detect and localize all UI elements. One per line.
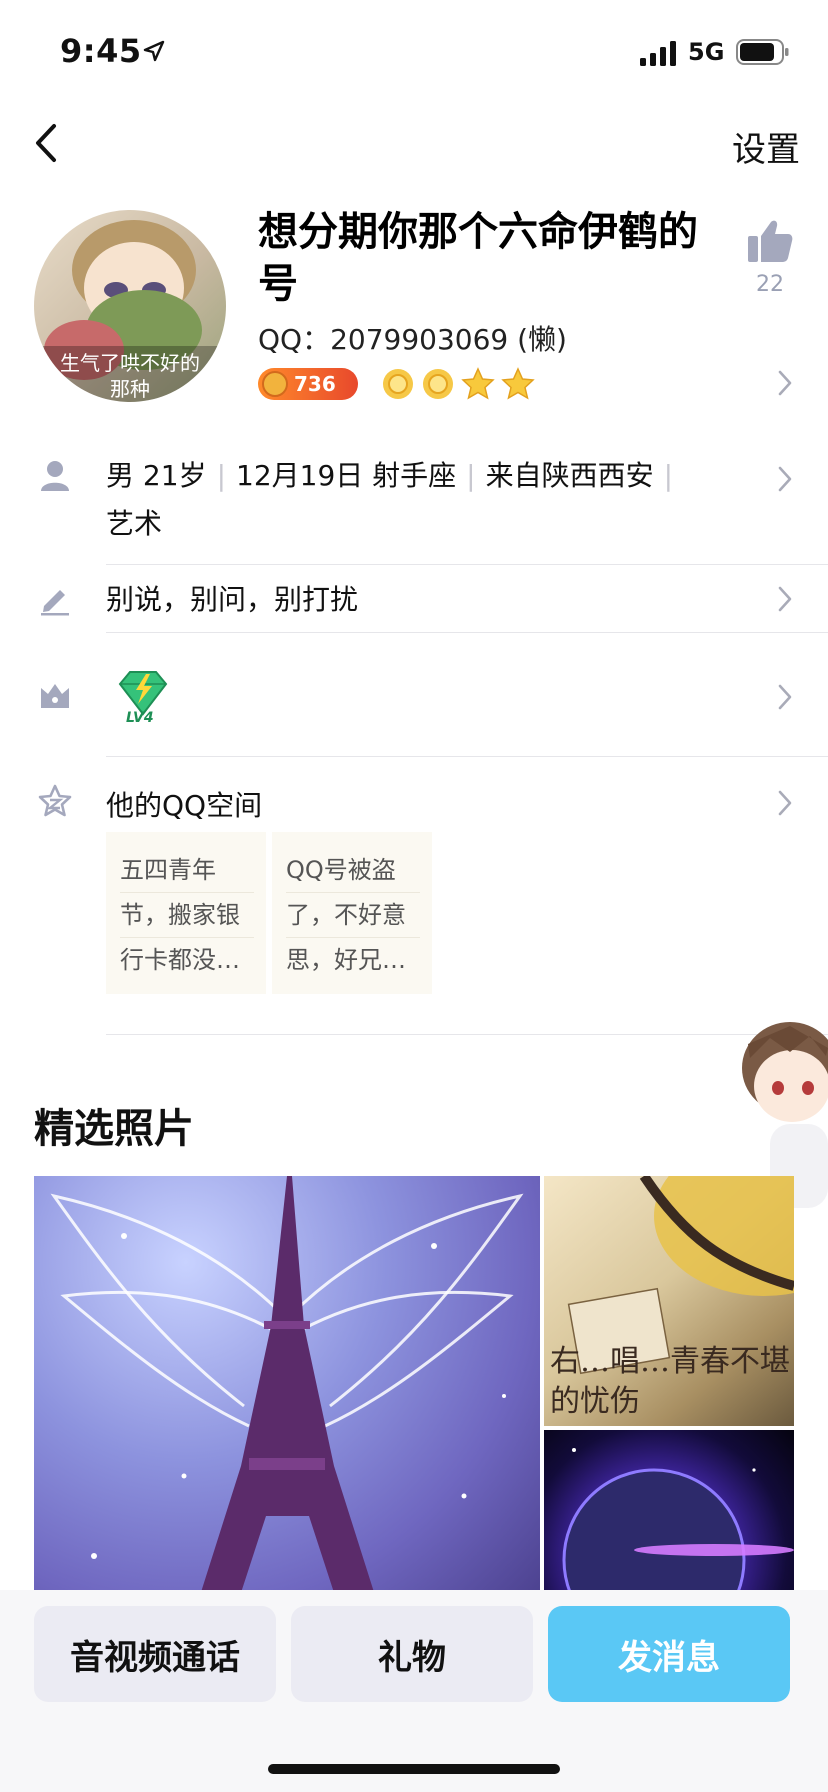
chevron-right-icon[interactable] [776, 368, 794, 398]
like-button[interactable]: 22 [742, 218, 798, 297]
qzone-star-icon [38, 784, 72, 817]
eiffel-tower-wings-image [50, 1176, 524, 1608]
qzone-post-line: 节，搬家银 [120, 893, 254, 938]
back-button[interactable] [28, 118, 68, 168]
send-message-button[interactable]: 发消息 [548, 1606, 790, 1702]
level-coin-icon [262, 371, 288, 397]
star-icon [461, 367, 495, 400]
location-arrow-icon [143, 40, 165, 62]
home-indicator[interactable] [268, 1764, 560, 1774]
network-label: 5G [688, 38, 725, 66]
divider [106, 1034, 828, 1035]
divider [106, 564, 828, 565]
sun-icon [383, 369, 413, 399]
qzone-post-line: 了，不好意 [286, 893, 420, 938]
qzone-post-line: 行卡都没… [120, 946, 240, 974]
battery-icon [736, 39, 789, 65]
level-row[interactable]: 736 [258, 366, 536, 402]
pencil-icon [41, 590, 69, 616]
qzone-post-line: QQ号被盗 [286, 848, 420, 893]
bottom-action-bar: 音视频通话 礼物 发消息 [0, 1590, 828, 1792]
featured-photo-guitar[interactable]: 右…唱…青春不堪的忧伤 [544, 1176, 794, 1426]
gift-button[interactable]: 礼物 [291, 1606, 533, 1702]
featured-photos-title: 精选照片 [34, 1106, 194, 1152]
chevron-right-icon[interactable] [776, 584, 794, 614]
qzone-post-line: 思，好兄… [286, 946, 406, 974]
star-icon [501, 367, 535, 400]
settings-button[interactable]: 设置 [732, 122, 800, 171]
person-icon [41, 461, 69, 491]
avatar-caption-line: 生气了哄不好的 [60, 351, 200, 375]
profile-page: 9:45 5G 设置 生气了哄不好的 那种 想分期你那个六命伊鹤的号 QQ：20… [0, 0, 828, 1792]
status-bar: 9:45 5G [0, 0, 828, 100]
hometown: 来自陕西西安 [485, 459, 654, 492]
qzone-title[interactable]: 他的QQ空间 [106, 784, 262, 824]
avatar-caption: 生气了哄不好的 那种 [34, 346, 226, 402]
qq-number: QQ：2079903069 (懒) [258, 323, 567, 356]
avatar[interactable]: 生气了哄不好的 那种 [34, 210, 226, 402]
separator: | [466, 459, 476, 492]
separator: | [216, 459, 226, 492]
age: 21岁 [142, 459, 207, 492]
status-time: 9:45 [60, 32, 142, 70]
level-value: 736 [294, 372, 336, 396]
birthday: 12月19日 射手座 [236, 459, 457, 492]
occupation: 艺术 [106, 507, 163, 540]
vip-level-label: LV4 [126, 710, 154, 726]
nickname: 想分期你那个六命伊鹤的号 [258, 209, 698, 307]
signal-icon [640, 41, 676, 66]
sun-icon [423, 369, 453, 399]
signature[interactable]: 别说，别问，别打扰 [106, 578, 358, 618]
level-badge: 736 [258, 368, 358, 400]
gender: 男 [106, 459, 135, 492]
planet-image [562, 1448, 794, 1608]
qzone-post-card[interactable]: QQ号被盗 了，不好意 思，好兄… [272, 832, 432, 994]
divider [106, 756, 828, 757]
chevron-right-icon[interactable] [776, 464, 794, 494]
divider [106, 632, 828, 633]
chevron-right-icon[interactable] [776, 682, 794, 712]
qzone-post-line: 五四青年 [120, 848, 254, 893]
guitar-photo-caption: 右…唱…青春不堪的忧伤 [550, 1344, 790, 1419]
avatar-caption-line: 那种 [110, 377, 150, 401]
crown-box-icon [41, 684, 69, 708]
thumbs-up-icon [748, 220, 793, 262]
chevron-right-icon[interactable] [776, 788, 794, 818]
chevron-left-icon [36, 124, 56, 162]
featured-photo-planet[interactable] [544, 1430, 794, 1608]
separator: | [663, 459, 674, 492]
qzone-post-card[interactable]: 五四青年 节，搬家银 行卡都没… [106, 832, 266, 994]
av-call-button[interactable]: 音视频通话 [34, 1606, 276, 1702]
featured-photo-tower[interactable] [34, 1176, 540, 1608]
level-icons [380, 366, 536, 402]
basic-info[interactable]: 男 21岁 | 12月19日 射手座 | 来自陕西西安 | 艺术 [106, 452, 726, 548]
like-count: 22 [756, 272, 784, 297]
